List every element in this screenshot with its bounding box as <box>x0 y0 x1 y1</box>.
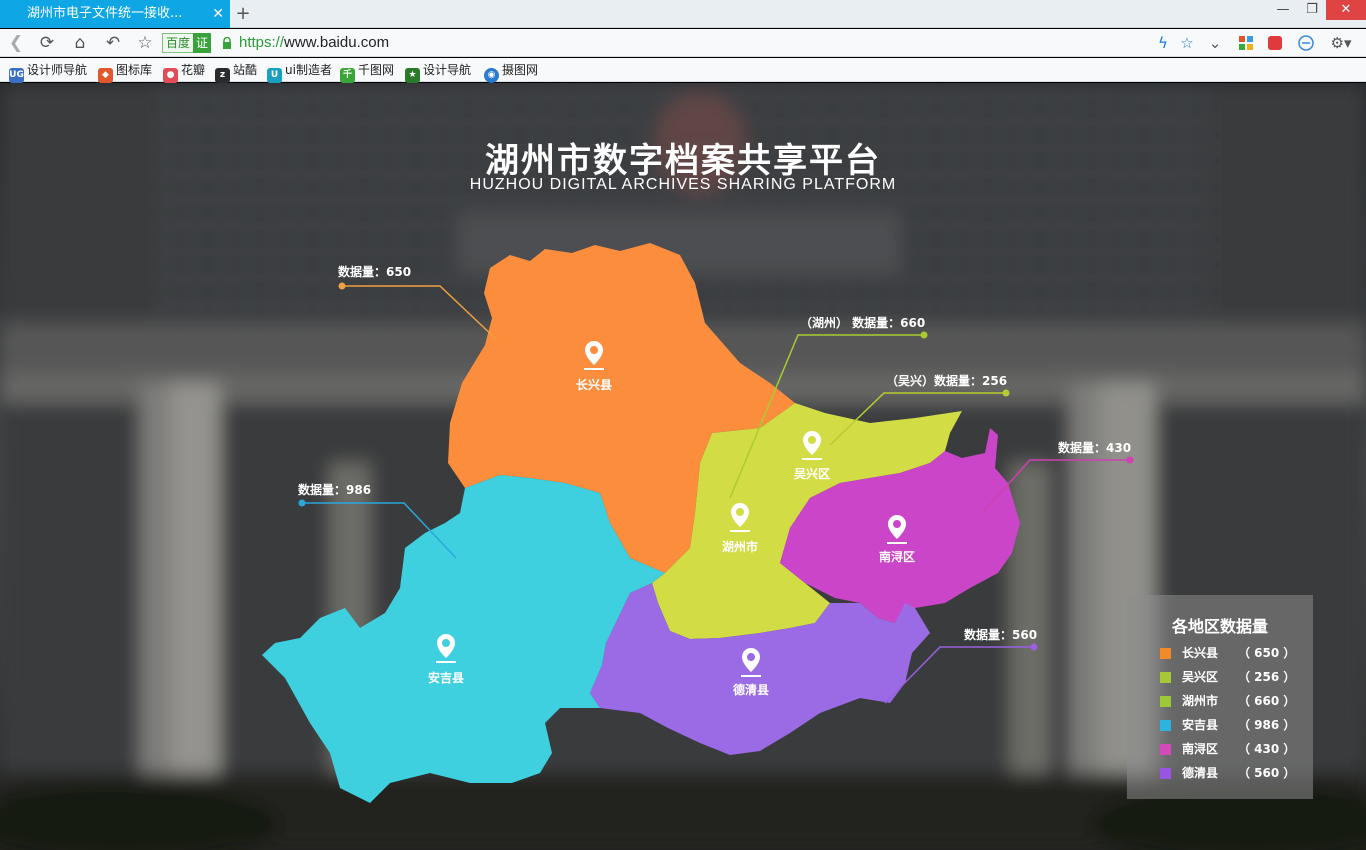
legend-swatch <box>1160 672 1171 683</box>
callout-text-nanxun: 数据量：430 <box>1058 440 1131 455</box>
bookmark-label: 设计导航 <box>423 63 472 77</box>
undo-icon[interactable]: ↶ <box>102 32 124 54</box>
bookmark-item[interactable]: ◉ 摄图网 <box>484 60 539 83</box>
legend-swatch <box>1160 696 1171 707</box>
bookmark-label: 花瓣 <box>181 63 206 77</box>
bookmark-item[interactable]: Uui制造者 <box>267 60 332 83</box>
callout-dot-deqing <box>1030 643 1038 651</box>
callout-dot-anji <box>298 499 306 507</box>
legend-swatch <box>1160 648 1171 659</box>
tab-title: 湖州市电子文件统一接收... <box>27 6 183 21</box>
lightning-icon[interactable]: ϟ <box>1153 33 1173 53</box>
qiantu-icon: 千 <box>340 68 355 83</box>
callout-text-changxing: 数据量：650 <box>338 264 411 279</box>
close-tab-icon[interactable]: ✕ <box>212 0 224 28</box>
legend-item-value: （ 430 ） <box>1238 742 1296 756</box>
region-label-anji: 安吉县 <box>428 670 464 685</box>
legend-item-name: 长兴县 <box>1182 646 1219 660</box>
callout-dot-wuxing <box>1002 389 1010 397</box>
bookmark-label: 摄图网 <box>502 63 539 77</box>
new-tab-button[interactable]: + <box>233 3 253 25</box>
callout-text-deqing: 数据量：560 <box>964 627 1037 642</box>
bookmark-item[interactable]: z 站酷 <box>215 60 258 83</box>
window-close-icon[interactable]: ✕ <box>1326 0 1366 20</box>
bookmark-item[interactable]: ★ 设计导航 <box>405 60 472 83</box>
minimize-icon[interactable]: — <box>1268 0 1298 20</box>
callout-dot-nanxun <box>1126 456 1134 464</box>
settings-gear-icon[interactable]: ⚙▾ <box>1326 33 1356 53</box>
bookmark-label: 站酷 <box>233 63 258 77</box>
callout-text-anji: 数据量：986 <box>298 482 371 497</box>
zoom-out-icon[interactable] <box>1296 33 1316 53</box>
region-anji[interactable] <box>262 475 665 803</box>
address-bar: ❮ ⟳ ⌂ ↶ ☆ 百度 证 https://www.baidu.com ϟ ☆… <box>0 29 1366 57</box>
legend-panel: 各地区数据量 长兴县 （ 650 ） 吴兴区 （ 256 ） 湖州市 （ 660… <box>1127 595 1313 799</box>
region-label-huzhou: 湖州市 <box>722 539 758 554</box>
legend-item-value: （ 660 ） <box>1238 694 1296 708</box>
search-engine-badge[interactable]: 百度 <box>162 33 195 53</box>
shield-icon: ★ <box>405 68 420 83</box>
bookmark-label: 设计师导航 <box>27 63 88 77</box>
uimaker-icon: U <box>267 68 282 83</box>
iconlib-icon: ◆ <box>98 68 113 83</box>
callout-text-wuxing: （吴兴）数据量：256 <box>886 373 1007 388</box>
legend-swatch <box>1160 744 1171 755</box>
url-field[interactable]: https://www.baidu.com <box>239 32 389 54</box>
bookmark-item[interactable]: ◆ 图标库 <box>98 60 153 83</box>
legend-item-name: 南浔区 <box>1182 742 1219 756</box>
callout-line-changxing <box>342 285 498 341</box>
bookmark-label: 图标库 <box>116 63 153 77</box>
region-label-deqing: 德清县 <box>733 682 769 697</box>
legend-title: 各地区数据量 <box>1171 617 1268 636</box>
favorite-star-icon[interactable]: ☆ <box>134 32 156 54</box>
bookmark-item[interactable]: ● 花瓣 <box>163 60 206 83</box>
legend-swatch <box>1160 768 1171 779</box>
callout-text-huzhou: （湖州） 数据量：660 <box>800 315 925 330</box>
url-scheme: https:// <box>239 34 285 51</box>
bookmark-item[interactable]: UG 设计师导航 <box>9 60 88 83</box>
tab-strip: 湖州市电子文件统一接收... ✕ + — ❐ ✕ <box>0 0 1366 28</box>
callout-dot-huzhou <box>920 331 928 339</box>
region-label-changxing: 长兴县 <box>576 377 612 392</box>
ug-icon: UG <box>9 68 24 83</box>
page-content: 湖州市数字档案共享平台 HUZHOU DIGITAL ARCHIVES SHAR… <box>0 83 1366 850</box>
dropdown-chevron-icon[interactable]: ⌄ <box>1205 33 1225 53</box>
region-label-wuxing: 吴兴区 <box>794 466 830 481</box>
legend-item-name: 湖州市 <box>1182 694 1219 708</box>
bookmarks-bar: UG 设计师导航 ◆ 图标库 ● 花瓣 z 站酷 Uui制造者 千千图网 ★ 设计导航 ◉… <box>0 58 1366 83</box>
extension-red-icon[interactable] <box>1265 33 1285 53</box>
bookmark-item[interactable]: 千千图网 <box>340 60 395 83</box>
huaban-icon: ● <box>163 68 178 83</box>
legend-item-name: 安吉县 <box>1182 718 1219 732</box>
back-icon[interactable]: ❮ <box>5 32 27 54</box>
sheting-icon: ◉ <box>484 68 499 83</box>
bookmark-label: ui制造者 <box>285 63 332 77</box>
active-tab[interactable]: 湖州市电子文件统一接收... ✕ <box>0 0 230 28</box>
callout-dot-changxing <box>338 282 346 290</box>
bookmark-label: 千图网 <box>358 63 395 77</box>
refresh-icon[interactable]: ⟳ <box>36 32 58 54</box>
certificate-badge[interactable]: 证 <box>193 33 211 53</box>
legend-item-name: 吴兴区 <box>1182 670 1219 684</box>
home-icon[interactable]: ⌂ <box>69 32 91 54</box>
lock-icon <box>223 37 231 49</box>
legend-item-value: （ 560 ） <box>1238 766 1296 780</box>
zcool-icon: z <box>215 68 230 83</box>
apps-grid-icon[interactable] <box>1236 33 1256 53</box>
region-label-nanxun: 南浔区 <box>879 549 915 564</box>
legend-item-value: （ 650 ） <box>1238 646 1296 660</box>
legend-item-value: （ 256 ） <box>1238 670 1296 684</box>
legend-item-name: 德清县 <box>1182 766 1219 780</box>
restore-icon[interactable]: ❐ <box>1297 0 1327 20</box>
legend-item-value: （ 986 ） <box>1238 718 1296 732</box>
legend-swatch <box>1160 720 1171 731</box>
url-host: www.baidu.com <box>284 34 390 51</box>
bookmark-star-icon[interactable]: ☆ <box>1177 33 1197 53</box>
